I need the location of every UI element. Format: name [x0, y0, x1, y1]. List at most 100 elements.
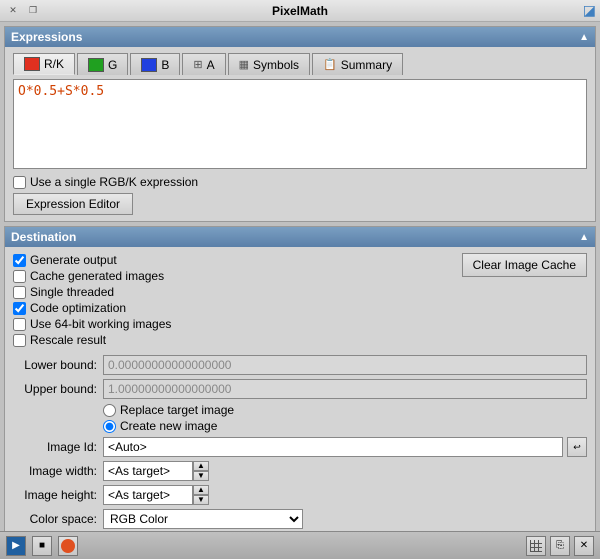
summary-icon: 📋	[323, 58, 337, 71]
window-title: PixelMath	[272, 4, 328, 18]
image-height-up[interactable]: ▲	[193, 485, 209, 495]
rk-color-box	[24, 57, 40, 71]
cache-generated-label: Cache generated images	[30, 269, 164, 283]
tab-symbols[interactable]: ▦ Symbols	[228, 53, 310, 75]
tab-a[interactable]: ⊞ A	[182, 53, 225, 75]
tab-b[interactable]: B	[130, 53, 180, 75]
image-width-down[interactable]: ▼	[193, 471, 209, 481]
image-id-row: Image Id: ↩	[13, 437, 587, 457]
destination-header: Destination ▲	[5, 227, 595, 247]
destination-section: Destination ▲ Generate output Cache gene…	[4, 226, 596, 531]
use-64bit-label: Use 64-bit working images	[30, 317, 171, 331]
tab-g-label: G	[108, 58, 117, 72]
generate-output-checkbox[interactable]	[13, 254, 26, 267]
symbols-icon: ▦	[239, 58, 249, 71]
image-id-icon-button[interactable]: ↩	[567, 437, 587, 457]
image-width-spinner: ▲ ▼	[103, 461, 209, 481]
tab-rk[interactable]: R/K	[13, 53, 75, 75]
use-64bit-row: Use 64-bit working images	[13, 317, 171, 331]
tab-g[interactable]: G	[77, 53, 128, 75]
expression-text: O*0.5+S*0.5	[18, 84, 104, 99]
create-new-radio[interactable]	[103, 420, 116, 433]
tab-summary[interactable]: 📋 Summary	[312, 53, 403, 75]
run-button[interactable]: ▶	[6, 536, 26, 556]
single-threaded-checkbox[interactable]	[13, 286, 26, 299]
stop-button[interactable]: ■	[32, 536, 52, 556]
copy-button[interactable]: ⎘	[550, 536, 570, 556]
destination-checkboxes: Generate output Cache generated images S…	[13, 253, 171, 347]
image-width-input[interactable]	[103, 461, 193, 481]
rescale-result-checkbox[interactable]	[13, 334, 26, 347]
grid-view-button[interactable]	[526, 536, 546, 556]
upper-bound-label: Upper bound:	[13, 382, 103, 396]
single-rgb-row: Use a single RGB/K expression	[13, 175, 587, 189]
image-height-spinner: ▲ ▼	[103, 485, 209, 505]
color-space-select[interactable]: RGB Color Grayscale CMYK HSV Lab	[103, 509, 303, 529]
rescale-result-label: Rescale result	[30, 333, 106, 347]
close-button[interactable]: ✕	[6, 4, 20, 18]
generate-output-row: Generate output	[13, 253, 171, 267]
grid-view-icon	[530, 540, 542, 552]
color-space-row: Color space: RGB Color Grayscale CMYK HS…	[13, 509, 587, 529]
lower-bound-label: Lower bound:	[13, 358, 103, 372]
close-window-button[interactable]: ✕	[574, 536, 594, 556]
tab-rk-label: R/K	[44, 57, 64, 71]
main-container: Expressions ▲ R/K G B ⊞	[0, 22, 600, 531]
code-optimization-row: Code optimization	[13, 301, 171, 315]
image-height-label: Image height:	[13, 488, 103, 502]
image-width-spinner-btns: ▲ ▼	[193, 461, 209, 481]
circle-icon	[61, 539, 75, 553]
color-space-label: Color space:	[13, 512, 103, 526]
upper-bound-row: Upper bound:	[13, 379, 587, 399]
tab-b-label: B	[161, 58, 169, 72]
image-id-input[interactable]	[103, 437, 563, 457]
lower-bound-input[interactable]	[103, 355, 587, 375]
code-optimization-label: Code optimization	[30, 301, 126, 315]
expressions-title: Expressions	[11, 30, 82, 44]
code-optimization-checkbox[interactable]	[13, 302, 26, 315]
use-64bit-checkbox[interactable]	[13, 318, 26, 331]
create-new-row: Create new image	[103, 419, 587, 433]
tab-summary-label: Summary	[341, 58, 392, 72]
image-width-row: Image width: ▲ ▼	[13, 461, 587, 481]
b-color-box	[141, 58, 157, 72]
expression-tabs: R/K G B ⊞ A ▦ Symbols	[13, 53, 587, 75]
image-id-label: Image Id:	[13, 440, 103, 454]
generate-output-label: Generate output	[30, 253, 117, 267]
upper-bound-input[interactable]	[103, 379, 587, 399]
create-new-label: Create new image	[120, 419, 217, 433]
replace-target-radio[interactable]	[103, 404, 116, 417]
cache-generated-row: Cache generated images	[13, 269, 171, 283]
single-threaded-row: Single threaded	[13, 285, 171, 299]
expression-area[interactable]: O*0.5+S*0.5	[13, 79, 587, 169]
clear-image-cache-button[interactable]: Clear Image Cache	[462, 253, 587, 277]
cache-generated-checkbox[interactable]	[13, 270, 26, 283]
circle-button[interactable]	[58, 536, 78, 556]
expressions-section: Expressions ▲ R/K G B ⊞	[4, 26, 596, 222]
image-width-up[interactable]: ▲	[193, 461, 209, 471]
expressions-body: R/K G B ⊞ A ▦ Symbols	[5, 47, 595, 221]
expression-editor-button[interactable]: Expression Editor	[13, 193, 133, 215]
g-color-box	[88, 58, 104, 72]
expressions-collapse-icon[interactable]: ▲	[579, 32, 589, 43]
bottom-right-controls: ⎘ ✕	[526, 536, 594, 556]
image-height-input[interactable]	[103, 485, 193, 505]
destination-collapse-icon[interactable]: ▲	[579, 232, 589, 243]
grid-icon: ⊞	[193, 58, 202, 71]
expressions-header: Expressions ▲	[5, 27, 595, 47]
tab-a-label: A	[207, 58, 215, 72]
titlebar-controls[interactable]: ✕ ❐	[6, 4, 40, 18]
replace-target-row: Replace target image	[103, 403, 587, 417]
single-rgb-checkbox[interactable]	[13, 176, 26, 189]
restore-button[interactable]: ❐	[26, 4, 40, 18]
titlebar-icon[interactable]: ◪	[583, 2, 596, 19]
lower-bound-row: Lower bound:	[13, 355, 587, 375]
image-height-row: Image height: ▲ ▼	[13, 485, 587, 505]
tab-symbols-label: Symbols	[253, 58, 299, 72]
single-rgb-label: Use a single RGB/K expression	[30, 175, 198, 189]
titlebar: ✕ ❐ PixelMath ◪	[0, 0, 600, 22]
image-height-down[interactable]: ▼	[193, 495, 209, 505]
image-height-spinner-btns: ▲ ▼	[193, 485, 209, 505]
replace-target-label: Replace target image	[120, 403, 234, 417]
rescale-result-row: Rescale result	[13, 333, 171, 347]
